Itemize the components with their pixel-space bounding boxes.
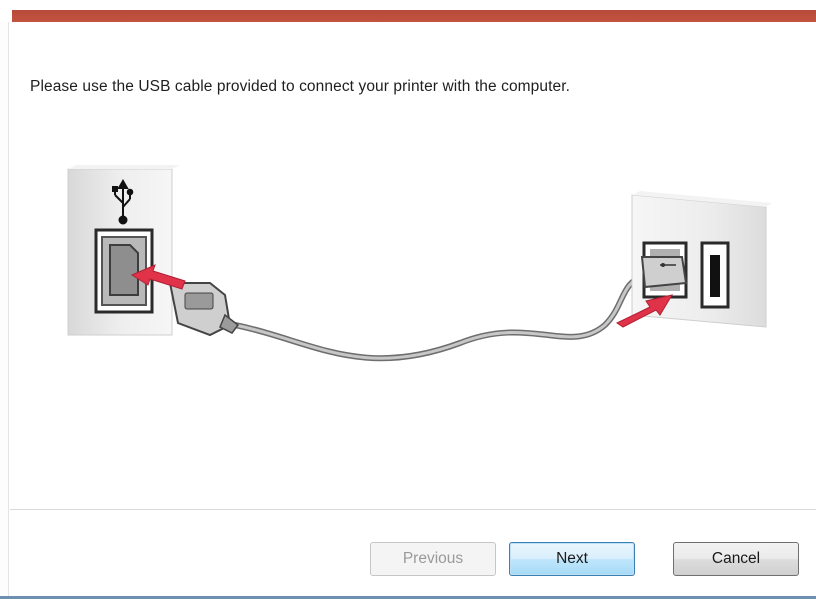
next-button[interactable]: Next xyxy=(509,542,635,576)
title-accent-bar xyxy=(0,0,816,22)
usb-connection-illustration xyxy=(67,165,772,362)
instruction-text: Please use the USB cable provided to con… xyxy=(30,78,571,95)
usb-a-connector xyxy=(640,256,688,289)
cancel-button[interactable]: Cancel xyxy=(673,542,799,576)
previous-button[interactable]: Previous xyxy=(370,542,496,576)
footer-divider xyxy=(10,509,816,511)
usb-b-connector xyxy=(168,282,240,337)
window-left-border xyxy=(0,0,9,599)
